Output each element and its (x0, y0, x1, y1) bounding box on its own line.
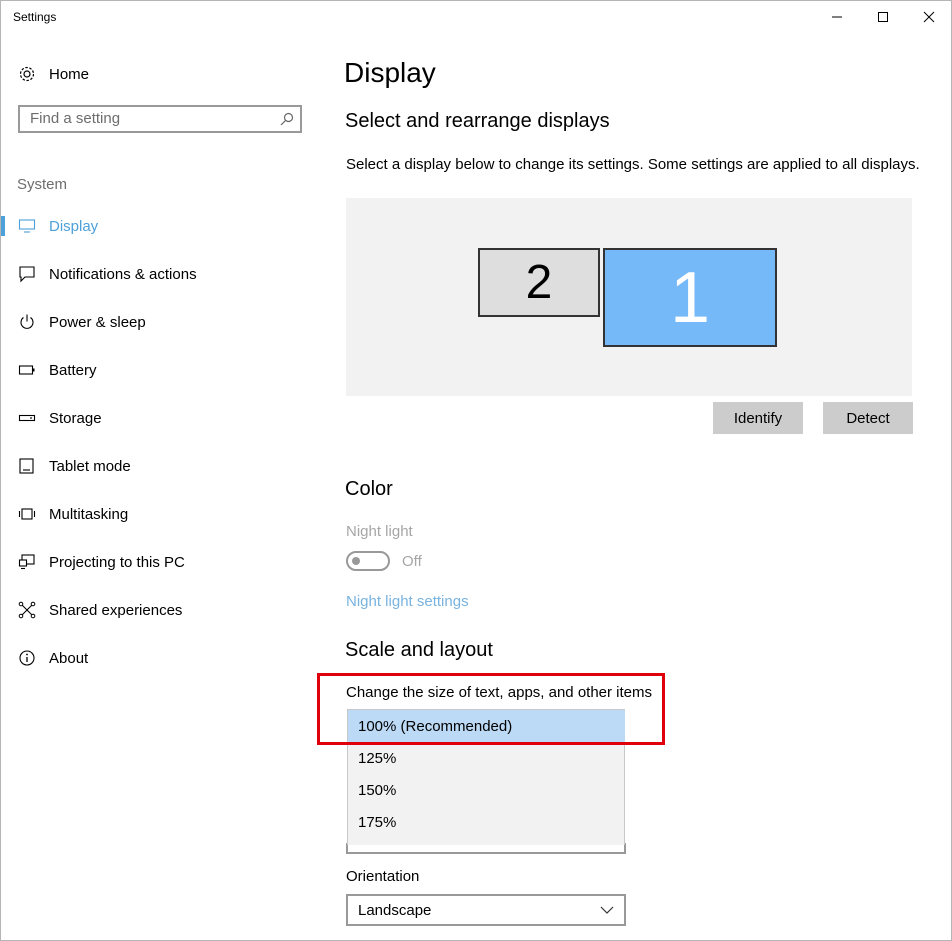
option-label: 175% (358, 813, 397, 831)
power-icon (18, 313, 36, 331)
sidebar-item-multitasking[interactable]: Multitasking (1, 494, 321, 534)
night-light-label: Night light (346, 523, 413, 540)
sidebar-item-label: Projecting to this PC (49, 553, 185, 571)
page-title: Display (344, 57, 436, 88)
minimize-icon (832, 16, 842, 18)
sidebar-item-label: Battery (49, 361, 97, 379)
sidebar-item-shared-experiences[interactable]: Shared experiences (1, 590, 321, 630)
shared-icon (18, 601, 36, 619)
close-icon (923, 11, 935, 23)
section-label-system: System (17, 176, 68, 193)
sidebar-item-label: Multitasking (49, 505, 129, 523)
sidebar-item-projecting[interactable]: Projecting to this PC (1, 542, 321, 582)
scale-option-150[interactable]: 150% (348, 774, 625, 806)
monitor-2[interactable]: 2 (478, 248, 600, 317)
night-light-toggle[interactable] (346, 551, 390, 571)
sidebar-item-label: Tablet mode (49, 457, 131, 475)
battery-icon (18, 361, 36, 379)
sidebar-item-display[interactable]: Display (1, 206, 321, 246)
monitor-2-number: 2 (525, 256, 553, 309)
night-light-state: Off (402, 553, 422, 570)
color-heading: Color (345, 478, 393, 500)
displays-heading: Select and rearrange displays (345, 110, 610, 132)
displays-description: Select a display below to change its set… (346, 156, 920, 173)
monitor-1-number: 1 (669, 257, 711, 338)
scale-option-125[interactable]: 125% (348, 742, 625, 774)
orientation-label: Orientation (346, 868, 420, 885)
sidebar-item-power-sleep[interactable]: Power & sleep (1, 302, 321, 342)
orientation-value: Landscape (358, 902, 432, 919)
toggle-knob (352, 557, 360, 565)
detect-button[interactable]: Detect (823, 402, 913, 434)
gear-icon (17, 64, 37, 84)
option-label: 150% (358, 781, 397, 799)
sidebar-item-label: Power & sleep (49, 313, 146, 331)
highlight-annotation-box (317, 673, 665, 745)
monitor-icon (18, 217, 36, 235)
title-bar: Settings (1, 1, 951, 33)
maximize-button[interactable] (860, 1, 906, 33)
home-nav[interactable]: Home (17, 64, 89, 84)
active-indicator (1, 216, 5, 236)
multitasking-icon (18, 505, 36, 523)
identify-button[interactable]: Identify (713, 402, 803, 434)
storage-icon (18, 409, 36, 427)
window-title: Settings (13, 10, 57, 24)
sidebar-item-label: Shared experiences (49, 601, 183, 619)
projecting-icon (18, 553, 36, 571)
maximize-icon (878, 12, 888, 22)
info-icon (18, 649, 36, 667)
search-input[interactable] (30, 110, 270, 127)
sidebar-item-about[interactable]: About (1, 638, 321, 678)
tablet-icon (18, 457, 36, 475)
minimize-button[interactable] (814, 1, 860, 33)
search-icon[interactable] (280, 112, 294, 126)
sidebar-item-tablet-mode[interactable]: Tablet mode (1, 446, 321, 486)
settings-window: Settings Home System Display Notifica (0, 0, 952, 941)
sidebar-item-label: Storage (49, 409, 102, 427)
sidebar-item-storage[interactable]: Storage (1, 398, 321, 438)
orientation-select[interactable]: Landscape (346, 894, 626, 926)
option-label: 125% (358, 749, 397, 767)
sidebar-item-notifications[interactable]: Notifications & actions (1, 254, 321, 294)
close-button[interactable] (906, 1, 952, 33)
night-light-settings-link[interactable]: Night light settings (346, 593, 469, 610)
notification-icon (18, 265, 36, 283)
chevron-down-icon (600, 906, 614, 914)
sidebar-item-battery[interactable]: Battery (1, 350, 321, 390)
monitor-1[interactable]: 1 (603, 248, 777, 347)
scale-heading: Scale and layout (345, 639, 493, 661)
home-label: Home (49, 65, 90, 83)
scale-option-175[interactable]: 175% (348, 806, 625, 838)
sidebar-item-label: Notifications & actions (49, 265, 197, 283)
sidebar-item-label: Display (49, 217, 99, 235)
sidebar-item-label: About (49, 649, 89, 667)
search-box[interactable] (18, 105, 302, 133)
